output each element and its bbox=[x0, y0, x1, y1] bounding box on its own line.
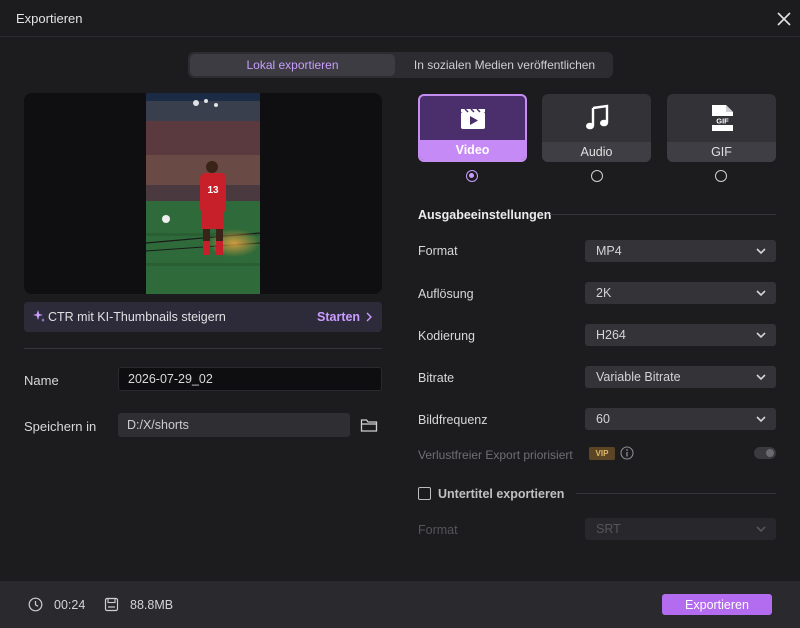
close-icon[interactable] bbox=[774, 9, 794, 29]
film-clapper-icon bbox=[461, 108, 485, 129]
encoding-label: Kodierung bbox=[418, 329, 475, 343]
format-label: Format bbox=[418, 244, 458, 258]
bitrate-label: Bitrate bbox=[418, 371, 455, 385]
tab-social-media[interactable]: In sozialen Medien veröffentlichen bbox=[398, 54, 611, 76]
svg-text:GIF: GIF bbox=[716, 117, 729, 126]
chevron-down-icon bbox=[756, 332, 766, 339]
export-mode-tabs: Lokal exportieren In sozialen Medien ver… bbox=[188, 52, 613, 78]
subtitle-export-checkbox[interactable] bbox=[418, 487, 431, 500]
info-icon[interactable] bbox=[620, 446, 634, 460]
format-card-video[interactable]: Video bbox=[418, 94, 527, 162]
resolution-label: Auflösung bbox=[418, 287, 474, 301]
tab-local-export[interactable]: Lokal exportieren bbox=[190, 54, 395, 76]
format-select[interactable]: MP4 bbox=[585, 240, 776, 262]
music-note-icon bbox=[586, 104, 609, 130]
chevron-down-icon bbox=[756, 374, 766, 381]
svg-text:13: 13 bbox=[207, 185, 219, 196]
radio-gif[interactable] bbox=[715, 170, 727, 182]
chevron-down-icon bbox=[756, 416, 766, 423]
video-preview: 13 bbox=[24, 93, 382, 294]
lossless-toggle[interactable] bbox=[754, 447, 776, 459]
select-value: MP4 bbox=[596, 244, 622, 258]
format-card-label: Audio bbox=[542, 142, 651, 162]
export-button[interactable]: Exportieren bbox=[662, 594, 772, 615]
subtitle-format-select[interactable]: SRT bbox=[585, 518, 776, 540]
folder-icon[interactable] bbox=[360, 416, 378, 434]
file-size-icon bbox=[104, 597, 119, 612]
gif-file-icon: GIF bbox=[712, 105, 733, 131]
lossless-export-label: Verlustfreier Export priorisiert bbox=[418, 448, 573, 462]
clock-icon bbox=[28, 597, 43, 612]
vip-badge: VIP bbox=[589, 447, 615, 460]
bitrate-select[interactable]: Variable Bitrate bbox=[585, 366, 776, 388]
radio-audio[interactable] bbox=[591, 170, 603, 182]
select-value: H264 bbox=[596, 328, 626, 342]
select-value: 60 bbox=[596, 412, 610, 426]
title-bar bbox=[0, 0, 800, 37]
save-location-label: Speichern in bbox=[24, 419, 97, 434]
chevron-down-icon bbox=[756, 526, 766, 533]
format-card-label: Video bbox=[420, 140, 525, 160]
divider bbox=[24, 348, 382, 349]
subtitle-export-label: Untertitel exportieren bbox=[438, 487, 565, 501]
chevron-down-icon bbox=[756, 248, 766, 255]
file-size-value: 88.8MB bbox=[130, 598, 174, 612]
divider bbox=[576, 493, 776, 494]
sparkle-icon bbox=[33, 310, 45, 322]
format-card-gif[interactable]: GIF GIF bbox=[667, 94, 776, 162]
encoding-select[interactable]: H264 bbox=[585, 324, 776, 346]
video-frame-thumbnail: 13 bbox=[146, 93, 260, 294]
resolution-select[interactable]: 2K bbox=[585, 282, 776, 304]
name-label: Name bbox=[24, 373, 59, 388]
chevron-right-icon bbox=[366, 312, 372, 322]
chevron-down-icon bbox=[756, 290, 766, 297]
output-settings-title: Ausgabeeinstellungen bbox=[418, 208, 552, 222]
ai-thumbnail-promo-bar[interactable]: CTR mit KI-Thumbnails steigern Starten bbox=[24, 302, 382, 332]
save-location-input[interactable] bbox=[118, 413, 350, 437]
promo-start-link[interactable]: Starten bbox=[317, 310, 360, 324]
select-value: 2K bbox=[596, 286, 612, 300]
promo-text: CTR mit KI-Thumbnails steigern bbox=[48, 310, 226, 324]
framerate-select[interactable]: 60 bbox=[585, 408, 776, 430]
subtitle-format-label: Format bbox=[418, 523, 458, 537]
name-input[interactable] bbox=[118, 367, 382, 391]
window-title: Exportieren bbox=[16, 11, 83, 26]
divider bbox=[550, 214, 776, 215]
select-value: SRT bbox=[596, 522, 621, 536]
select-value: Variable Bitrate bbox=[596, 370, 681, 384]
format-card-label: GIF bbox=[667, 142, 776, 162]
radio-video[interactable] bbox=[466, 170, 478, 182]
format-card-audio[interactable]: Audio bbox=[542, 94, 651, 162]
duration-value: 00:24 bbox=[54, 598, 86, 612]
framerate-label: Bildfrequenz bbox=[418, 413, 488, 427]
